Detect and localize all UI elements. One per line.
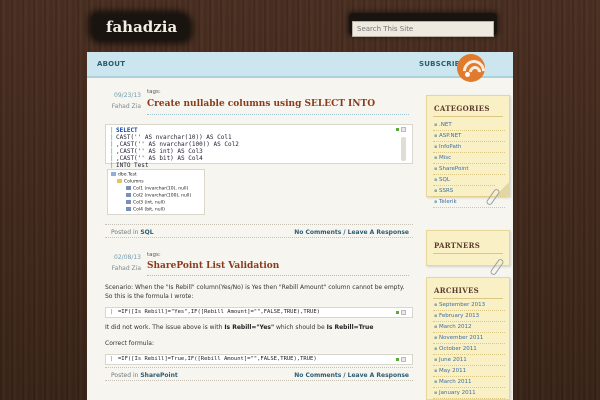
code-gutter: | xyxy=(110,309,114,315)
folder-icon xyxy=(117,179,122,183)
sidebar: CATEGORIES .NET ASP.NET InfoPath Misc Sh… xyxy=(426,80,510,400)
post-category: Posted in SharePoint xyxy=(111,372,178,379)
column-icon xyxy=(126,193,131,197)
code-scrollbar[interactable] xyxy=(401,137,406,161)
tree-folder-row: Columns xyxy=(117,179,144,185)
code-line: SELECT xyxy=(116,127,138,134)
widget-divider xyxy=(433,253,503,254)
view-source-icon[interactable] xyxy=(395,127,400,132)
category-item[interactable]: SharePoint xyxy=(433,164,505,175)
copy-icon[interactable] xyxy=(401,310,406,315)
site-logo[interactable]: fahadzia xyxy=(92,14,190,40)
tree-column-row: Col2 (nvarchar(100), null) xyxy=(126,193,191,199)
tree-column-row: Col1 (nvarchar(10), null) xyxy=(126,186,188,192)
post-tags: tags: xyxy=(147,252,161,258)
post-title[interactable]: Create nullable columns using SELECT INT… xyxy=(147,99,375,109)
title-divider xyxy=(147,275,409,276)
tree-column-row: Col4 (bit, null) xyxy=(126,207,165,213)
category-link[interactable]: SharePoint xyxy=(140,372,177,379)
post-date: 09/23/13 xyxy=(114,92,141,99)
category-item[interactable]: .NET xyxy=(433,120,505,131)
rss-icon[interactable] xyxy=(457,54,485,82)
view-source-icon[interactable] xyxy=(395,310,400,315)
search-box xyxy=(349,13,497,37)
widget-title: PARTNERS xyxy=(434,241,481,250)
comments-link[interactable]: No Comments / Leave A Response xyxy=(294,372,409,379)
archive-item[interactable]: October 2011 xyxy=(433,344,505,355)
code-line: INTO Test xyxy=(116,162,149,169)
post-paragraph: Scenario: When the "Is Rebill" column(Ye… xyxy=(105,284,405,300)
code-toolbar xyxy=(395,357,406,362)
widget-divider xyxy=(433,116,503,117)
post-date: 02/08/13 xyxy=(114,254,141,261)
code-toolbar xyxy=(395,310,406,315)
title-divider xyxy=(147,114,409,115)
column-icon xyxy=(126,207,131,211)
nav-about-link[interactable]: ABOUT xyxy=(97,60,125,68)
copy-icon[interactable] xyxy=(401,357,406,362)
widget-divider xyxy=(433,298,503,299)
tree-column-row: Col3 (int, null) xyxy=(126,200,165,206)
post-paragraph: It did not work. The issue above is with… xyxy=(105,324,374,331)
main-content: 09/23/13 tags: Fahad Zia Create nullable… xyxy=(87,80,417,400)
category-link[interactable]: SQL xyxy=(140,229,153,236)
code-block: | =IF([Is Rebill]=True,IF([Rebill Amount… xyxy=(105,354,413,365)
code-text: =IF([Is Rebill]="Yes",IF([Rebill Amount]… xyxy=(118,309,320,315)
code-line: ,CAST('' AS int) AS Col3 xyxy=(116,148,203,155)
code-line: CAST('' AS nvarchar(10)) AS Col1 xyxy=(116,134,232,141)
code-gutter: | xyxy=(110,356,114,362)
category-item[interactable]: InfoPath xyxy=(433,142,505,153)
comments-link[interactable]: No Comments / Leave A Response xyxy=(294,229,409,236)
post-tags: tags: xyxy=(147,89,161,95)
archive-item[interactable]: January 2011 xyxy=(433,388,505,399)
view-source-icon[interactable] xyxy=(395,357,400,362)
archive-item[interactable]: March 2012 xyxy=(433,322,505,333)
archive-item[interactable]: May 2011 xyxy=(433,366,505,377)
categories-widget: CATEGORIES .NET ASP.NET InfoPath Misc Sh… xyxy=(426,95,510,208)
category-item[interactable]: Misc xyxy=(433,153,505,164)
code-line: ,CAST('' AS bit) AS Col4 xyxy=(116,155,203,162)
code-block: ||||||| SELECT CAST('' AS nvarchar(10)) … xyxy=(105,124,413,176)
post-title[interactable]: SharePoint List Validation xyxy=(147,261,279,271)
code-line: ,CAST('' AS nvarchar(100)) AS Col2 xyxy=(116,141,239,148)
post-footer: Posted in SQL No Comments / Leave A Resp… xyxy=(105,224,413,238)
tree-table-row: dbo.Test xyxy=(111,172,137,178)
copy-icon[interactable] xyxy=(401,127,406,132)
archive-item[interactable]: September 2013 xyxy=(433,300,505,311)
nav-bar: ABOUT SUBSCRIBE xyxy=(87,52,513,82)
post-category: Posted in SQL xyxy=(111,229,154,236)
archive-item[interactable]: February 2013 xyxy=(433,311,505,322)
widget-title: CATEGORIES xyxy=(434,104,490,113)
column-icon xyxy=(126,186,131,190)
post-author[interactable]: Fahad Zia xyxy=(105,103,141,110)
widget-title: ARCHIVES xyxy=(434,286,479,295)
category-item[interactable]: ASP.NET xyxy=(433,131,505,142)
archive-item[interactable]: March 2011 xyxy=(433,377,505,388)
code-block: | =IF([Is Rebill]="Yes",IF([Rebill Amoun… xyxy=(105,307,413,318)
code-toolbar xyxy=(395,127,406,132)
post-footer: Posted in SharePoint No Comments / Leave… xyxy=(105,367,413,381)
post-paragraph: Correct formula: xyxy=(105,340,154,347)
table-icon xyxy=(111,172,116,176)
page-paper: ABOUT SUBSCRIBE 09/23/13 tags: Fahad Zia… xyxy=(87,52,513,400)
post-author[interactable]: Fahad Zia xyxy=(105,265,141,272)
archive-item[interactable]: June 2011 xyxy=(433,355,505,366)
archive-item[interactable]: November 2011 xyxy=(433,333,505,344)
archives-list: September 2013 February 2013 March 2012 … xyxy=(433,300,505,399)
code-text: =IF([Is Rebill]=True,IF([Rebill Amount]=… xyxy=(118,356,317,362)
column-icon xyxy=(126,200,131,204)
archives-widget: ARCHIVES September 2013 February 2013 Ma… xyxy=(426,277,510,400)
object-explorer-image: dbo.Test Columns Col1 (nvarchar(10), nul… xyxy=(107,169,205,215)
site-header: fahadzia xyxy=(0,0,600,50)
search-input[interactable] xyxy=(352,21,494,37)
